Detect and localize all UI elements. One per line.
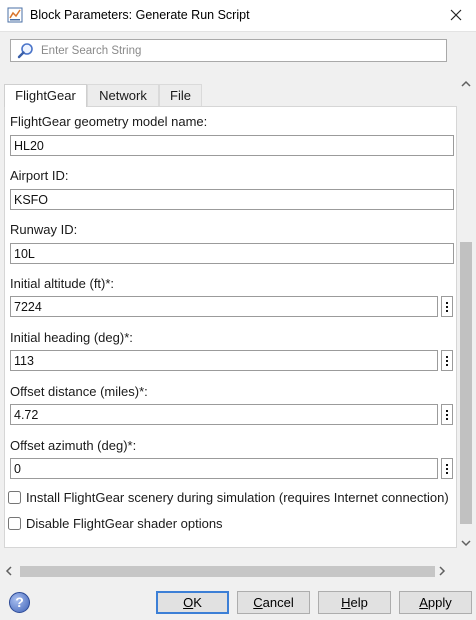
vertical-scrollbar[interactable] — [457, 76, 475, 562]
offset-distance-more-button[interactable] — [441, 404, 453, 425]
offset-azimuth-more-button[interactable] — [441, 458, 453, 479]
disable-shader-label[interactable]: Disable FlightGear shader options — [26, 516, 223, 531]
install-scenery-label[interactable]: Install FlightGear scenery during simula… — [26, 490, 449, 505]
search-box[interactable] — [10, 39, 447, 62]
airport-id-field[interactable] — [10, 189, 454, 210]
airport-id-label: Airport ID: — [10, 168, 69, 183]
runway-id-label: Runway ID: — [10, 222, 78, 237]
initial-altitude-label: Initial altitude (ft)*: — [10, 276, 115, 291]
geometry-model-field[interactable] — [10, 135, 454, 156]
cancel-button[interactable]: Cancel — [237, 591, 310, 614]
ok-button[interactable]: OK — [156, 591, 229, 614]
initial-heading-more-button[interactable] — [441, 350, 453, 371]
offset-distance-label: Offset distance (miles)*: — [10, 384, 148, 399]
tab-flightgear[interactable]: FlightGear — [4, 84, 87, 107]
horizontal-scroll-thumb[interactable] — [20, 566, 435, 577]
matlab-simulink-icon — [7, 7, 23, 23]
parameters-panel: FlightGear geometry model name: Airport … — [4, 106, 457, 548]
offset-azimuth-label: Offset azimuth (deg)*: — [10, 438, 137, 453]
window-title: Block Parameters: Generate Run Script — [30, 8, 250, 22]
tab-file[interactable]: File — [159, 84, 202, 106]
help-button[interactable]: Help — [318, 591, 391, 614]
scroll-down-icon[interactable] — [461, 539, 471, 547]
title-bar: Block Parameters: Generate Run Script — [0, 0, 476, 32]
scroll-up-icon[interactable] — [461, 80, 471, 88]
scroll-left-icon[interactable] — [5, 566, 13, 576]
search-input[interactable] — [41, 41, 441, 60]
initial-altitude-more-button[interactable] — [441, 296, 453, 317]
search-icon — [17, 43, 33, 59]
initial-heading-field[interactable] — [10, 350, 438, 371]
disable-shader-checkbox[interactable] — [8, 517, 21, 530]
runway-id-field[interactable] — [10, 243, 454, 264]
initial-altitude-field[interactable] — [10, 296, 438, 317]
geometry-model-label: FlightGear geometry model name: — [10, 114, 208, 129]
close-x-icon[interactable] — [446, 5, 466, 25]
offset-distance-field[interactable] — [10, 404, 438, 425]
help-icon[interactable]: ? — [9, 592, 30, 613]
offset-azimuth-field[interactable] — [10, 458, 438, 479]
vertical-scroll-thumb[interactable] — [460, 242, 472, 524]
horizontal-scrollbar[interactable] — [0, 562, 457, 580]
initial-heading-label: Initial heading (deg)*: — [10, 330, 133, 345]
apply-button[interactable]: Apply — [399, 591, 472, 614]
install-scenery-checkbox[interactable] — [8, 491, 21, 504]
tab-network[interactable]: Network — [87, 84, 159, 106]
scroll-right-icon[interactable] — [438, 566, 446, 576]
